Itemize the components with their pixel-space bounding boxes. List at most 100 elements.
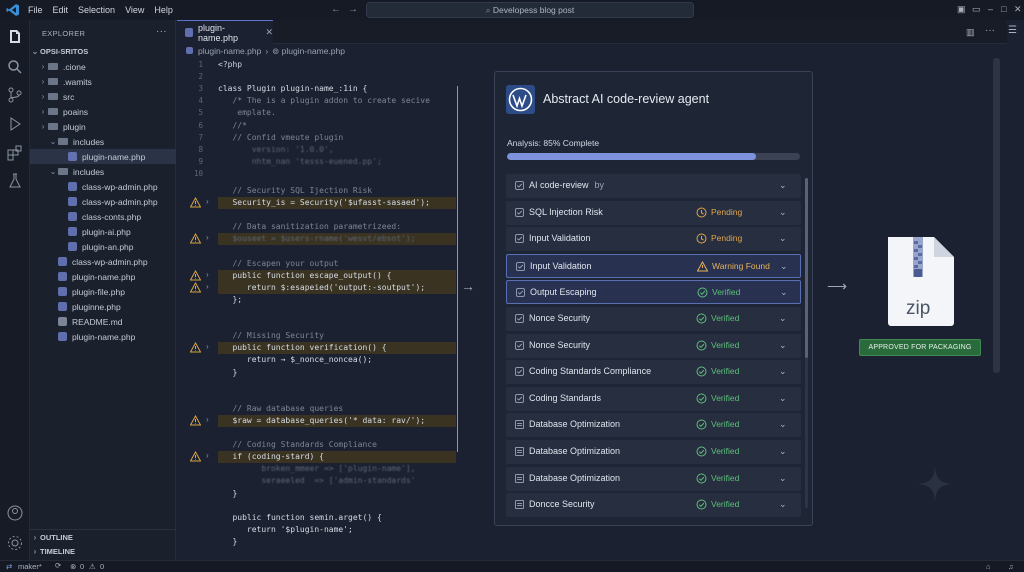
fold-chevron-icon[interactable]: › [206, 451, 209, 460]
review-check-row[interactable]: Database Optimization Verified ⌄ [506, 440, 801, 464]
file-item[interactable]: plugin-an.php [30, 239, 176, 254]
forward-arrow-icon[interactable]: → [348, 4, 358, 15]
file-item[interactable]: class-conts.php [30, 209, 176, 224]
checkbox[interactable] [516, 288, 525, 298]
search-icon[interactable] [6, 58, 24, 76]
checkbox[interactable] [515, 314, 524, 323]
chevron-down-icon[interactable]: ⌄ [779, 419, 787, 430]
fold-chevron-icon[interactable]: › [206, 415, 209, 424]
file-item[interactable]: class-wp-admin.php [30, 194, 176, 209]
warnings-count[interactable]: 0 [100, 562, 104, 571]
outline-section[interactable]: › OUTLINE [30, 529, 176, 544]
folder-item[interactable]: › src [30, 89, 176, 104]
panel-scroll-thumb[interactable] [805, 178, 808, 358]
editor-tab[interactable]: plugin-name.php ✕ [177, 20, 273, 44]
chevron-down-icon[interactable]: ⌄ [779, 180, 787, 191]
folder-item[interactable]: ⌄ includes [30, 134, 176, 149]
chevron-down-icon[interactable]: ⌄ [779, 499, 787, 510]
folder-item[interactable]: ⌄ includes [30, 164, 176, 179]
fold-chevron-icon[interactable]: › [206, 342, 209, 351]
file-item[interactable]: README.md [30, 314, 176, 329]
file-item[interactable]: plugin-name.php [30, 329, 176, 344]
more-actions-icon[interactable]: ··· [156, 26, 167, 37]
source-control-icon[interactable] [6, 86, 24, 104]
bell-icon[interactable]: ♫ [1008, 562, 1014, 571]
minimize-icon[interactable]: – [988, 4, 993, 14]
review-check-row[interactable]: Nonce Security Verified ⌄ [506, 307, 801, 331]
chevron-down-icon[interactable]: ⌄ [779, 313, 787, 324]
file-item[interactable]: pluginne.php [30, 299, 176, 314]
folder-item[interactable]: › poains [30, 104, 176, 119]
testing-flask-icon[interactable] [6, 172, 24, 190]
account-icon[interactable] [6, 504, 24, 522]
breadcrumb-item-1[interactable]: plugin-name.php [198, 46, 261, 56]
review-check-row[interactable]: Input Validation Warning Found ⌄ [506, 253, 801, 278]
checkbox[interactable] [515, 181, 524, 190]
file-item[interactable]: class-wp-admin.php [30, 254, 176, 269]
chevron-down-icon[interactable]: ⌄ [779, 366, 787, 377]
menu-selection[interactable]: Selection [78, 5, 115, 15]
menu-help[interactable]: Help [154, 5, 173, 15]
notifications-icon[interactable]: ⌂ [986, 562, 991, 571]
split-editor-icon[interactable]: ▥ [966, 27, 975, 38]
layout-panel-icon[interactable]: ▭ [972, 4, 981, 15]
review-check-row[interactable]: Output Escaping Verified ⌄ [506, 280, 801, 305]
menu-edit[interactable]: Edit [53, 5, 69, 15]
review-check-row[interactable]: Coding Standards Verified ⌄ [506, 386, 801, 411]
editor-scrollbar[interactable] [993, 58, 1000, 373]
warning-icon[interactable] [189, 233, 202, 244]
checkbox[interactable] [515, 393, 524, 403]
document-icon[interactable] [515, 500, 524, 510]
settings-gear-icon[interactable] [6, 534, 24, 552]
warning-icon[interactable] [189, 414, 202, 426]
back-arrow-icon[interactable]: ← [331, 4, 341, 15]
layout-sidebar-icon[interactable]: ▣ [957, 4, 966, 15]
chevron-down-icon[interactable]: ⌄ [780, 287, 788, 298]
chevron-down-icon[interactable]: ⌄ [779, 446, 787, 457]
branch-name[interactable]: maker* [18, 562, 42, 571]
fold-chevron-icon[interactable]: › [206, 270, 209, 279]
editor-more-icon[interactable]: ··· [985, 25, 995, 36]
review-check-row[interactable]: Coding Standards Compliance Verified ⌄ [506, 360, 801, 385]
warning-icon[interactable] [189, 197, 202, 208]
review-check-row[interactable]: SQL Injection Risk Pending ⌄ [506, 200, 801, 225]
chevron-down-icon[interactable]: ⌄ [779, 207, 787, 218]
folder-item[interactable]: › .wamits [30, 74, 176, 89]
explorer-icon[interactable] [6, 28, 24, 46]
close-icon[interactable]: ✕ [1014, 4, 1022, 15]
checkbox[interactable] [515, 340, 524, 350]
file-item[interactable]: class-wp-admin.php [30, 179, 176, 194]
review-check-row[interactable]: Database Optimization Verified ⌄ [506, 413, 801, 438]
tab-close-icon[interactable]: ✕ [265, 27, 273, 38]
chevron-down-icon[interactable]: ⌄ [779, 393, 787, 404]
checkbox[interactable] [515, 234, 524, 244]
chevron-down-icon[interactable]: ⌄ [779, 473, 787, 484]
warning-icon[interactable] [189, 269, 202, 281]
extensions-icon[interactable] [6, 144, 24, 162]
fold-chevron-icon[interactable]: › [206, 233, 209, 242]
checkbox[interactable] [515, 207, 524, 217]
toggle-panel-icon[interactable]: ☰ [1008, 25, 1017, 36]
file-item[interactable]: plugin-name.php [30, 149, 176, 164]
timeline-section[interactable]: › TIMELINE [30, 544, 176, 559]
breadcrumb-item-2[interactable]: plugin-name.php [282, 46, 345, 56]
review-check-row[interactable]: Doncce Security Verified ⌄ [506, 493, 801, 518]
document-icon[interactable] [515, 447, 524, 456]
folder-item[interactable]: › plugin [30, 119, 176, 134]
warning-icon[interactable] [189, 451, 202, 462]
run-debug-icon[interactable] [6, 115, 24, 133]
review-check-row[interactable]: Input Validation Pending ⌄ [506, 227, 801, 252]
file-item[interactable]: plugin-file.php [30, 284, 176, 299]
file-item[interactable]: plugin-ai.php [30, 224, 176, 239]
chevron-down-icon[interactable]: ⌄ [779, 340, 787, 351]
command-search[interactable]: ⌕ Developess blog post [366, 2, 694, 18]
checkbox[interactable] [515, 367, 524, 377]
review-check-row[interactable]: Database Optimization Verified ⌄ [506, 466, 801, 491]
menu-file[interactable]: File [28, 5, 43, 15]
file-item[interactable]: plugin-name.php [30, 269, 176, 284]
chevron-down-icon[interactable]: ⌄ [779, 233, 787, 244]
fold-chevron-icon[interactable]: › [206, 197, 209, 206]
document-icon[interactable] [515, 473, 524, 483]
fold-chevron-icon[interactable]: › [206, 282, 209, 291]
project-root[interactable]: ⌄ OPSI-SRITOS [30, 44, 176, 59]
